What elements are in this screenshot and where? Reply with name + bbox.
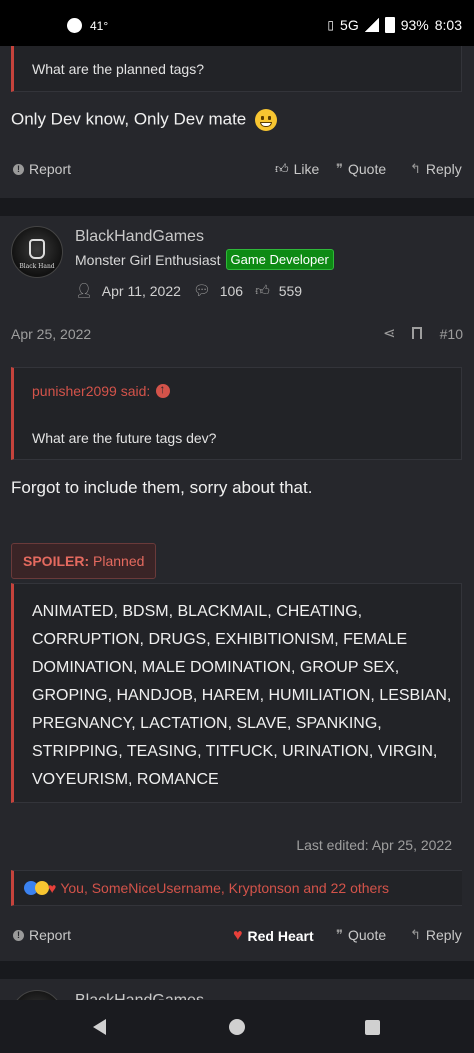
avatar[interactable]: Black Hand [11, 226, 63, 278]
recent-apps-icon[interactable] [365, 1020, 380, 1035]
quote-label: Quote [348, 927, 387, 943]
joined-date: Apr 11, 2022 [101, 282, 181, 299]
heart-reaction-icon: ♥ [48, 880, 57, 896]
go-to-quote-arrow-icon[interactable] [156, 382, 171, 398]
post-previous: What are the planned tags? Only Dev know… [0, 46, 474, 198]
heart-icon: ♥ [233, 927, 243, 944]
quote-button[interactable]: ❞ Quote [336, 161, 386, 177]
author-title-row: Monster Girl Enthusiast Game Developer [75, 249, 334, 270]
quote-text: What are the future tags dev? [32, 430, 217, 446]
reply-icon: ↰ [410, 927, 421, 942]
reply-icon: ↰ [410, 161, 421, 176]
reactions-text: You, SomeNiceUsername, Kryptonson and 22… [60, 880, 389, 896]
quote-label: Quote [348, 161, 387, 177]
spoiler-title: Planned [93, 553, 145, 569]
post-date[interactable]: Apr 25, 2022 [11, 326, 91, 342]
last-edited: Last edited: Apr 25, 2022 [296, 837, 452, 853]
quote-block: punisher2099 said: What are the future t… [11, 367, 462, 460]
post-separator [0, 961, 474, 979]
post-number[interactable]: #10 [440, 326, 463, 342]
quote-icon: ❞ [336, 161, 343, 176]
red-heart-reaction-button[interactable]: ♥ Red Heart [233, 927, 314, 945]
quote-block: What are the planned tags? [11, 46, 462, 92]
vibrate-icon: ▯ [327, 18, 335, 32]
author-stats: 👤︎ Apr 11, 2022 💬︎ 106 👍︎ 559 [75, 282, 314, 299]
author-name[interactable]: BlackHandGames [75, 228, 204, 246]
battery-icon [384, 17, 395, 33]
spoiler-text: ANIMATED, BDSM, BLACKMAIL, CHEATING, COR… [32, 603, 452, 788]
home-icon[interactable] [229, 1019, 245, 1035]
post-actions: ! Report ♥ Red Heart ❞ Quote ↰ Reply [0, 922, 474, 952]
spoiler-content: ANIMATED, BDSM, BLACKMAIL, CHEATING, COR… [11, 583, 462, 803]
thumbs-up-icon: 👍︎ [255, 282, 270, 298]
reply-label: Reply [425, 927, 462, 943]
post-next: BlackHandGames [0, 979, 474, 1000]
clock: 8:03 [434, 17, 462, 33]
author-title: Monster Girl Enthusiast [75, 251, 221, 268]
temperature: 41° [90, 19, 109, 33]
notification-dot-icon [67, 18, 82, 33]
spoiler-label: SPOILER: [23, 553, 90, 569]
reply-button[interactable]: ↰ Reply [410, 927, 462, 943]
grinning-tongue-emoji-icon [255, 109, 277, 131]
post-message: Forgot to include them, sorry about that… [11, 478, 313, 497]
author-name[interactable]: BlackHandGames [75, 992, 204, 1000]
post-message-text: Only Dev know, Only Dev mate [11, 109, 247, 129]
love-reaction-icon [35, 881, 49, 895]
signal-icon [364, 18, 379, 32]
network-label: 5G [340, 17, 359, 33]
report-icon: ! [13, 163, 24, 175]
report-icon: ! [13, 929, 24, 941]
reply-label: Reply [425, 161, 462, 177]
report-label: Report [29, 161, 72, 177]
navigation-bar [0, 1000, 474, 1053]
reaction-score: 559 [278, 282, 303, 299]
quote-button[interactable]: ❞ Quote [336, 927, 386, 943]
quote-author: punisher2099 said: [32, 383, 151, 399]
post-separator [0, 198, 474, 216]
report-button[interactable]: ! Report [13, 927, 71, 943]
quote-text: What are the planned tags? [32, 61, 205, 77]
reactions-bar[interactable]: ♥ You, SomeNiceUsername, Kryptonson and … [11, 870, 462, 906]
reply-button[interactable]: ↰ Reply [410, 161, 462, 177]
messages-icon: 💬︎ [192, 282, 211, 298]
post-main: Black Hand BlackHandGames Monster Girl E… [0, 216, 474, 961]
battery-percent: 93% [400, 17, 429, 33]
quote-icon: ❞ [336, 927, 343, 942]
report-label: Report [29, 927, 72, 943]
bookmark-icon[interactable] [412, 327, 422, 339]
avatar[interactable] [11, 990, 63, 1000]
message-count: 106 [219, 282, 244, 299]
share-icon[interactable]: ⋖ [383, 324, 396, 342]
post-actions: ! Report 👍︎ Like ❞ Quote ↰ Reply [0, 156, 474, 186]
user-icon: 👤︎ [75, 282, 93, 298]
spoiler-toggle-button[interactable]: SPOILER: Planned [11, 543, 157, 579]
thumbs-up-icon: 👍︎ [275, 161, 289, 176]
avatar-text: Black Hand [19, 263, 55, 270]
like-label: Like [293, 161, 320, 177]
quote-author-row[interactable]: punisher2099 said: [32, 382, 171, 399]
back-icon[interactable] [93, 1019, 106, 1035]
like-button[interactable]: 👍︎ Like [275, 161, 319, 177]
reaction-label: Red Heart [247, 928, 314, 944]
status-bar: 41° ▯ 5G 93% 8:03 [0, 0, 474, 46]
hand-logo-icon [29, 239, 45, 259]
report-button[interactable]: ! Report [13, 161, 71, 177]
post-message: Only Dev know, Only Dev mate [11, 109, 277, 131]
game-developer-badge: Game Developer [225, 249, 334, 270]
status-right: ▯ 5G 93% 8:03 [327, 17, 462, 33]
